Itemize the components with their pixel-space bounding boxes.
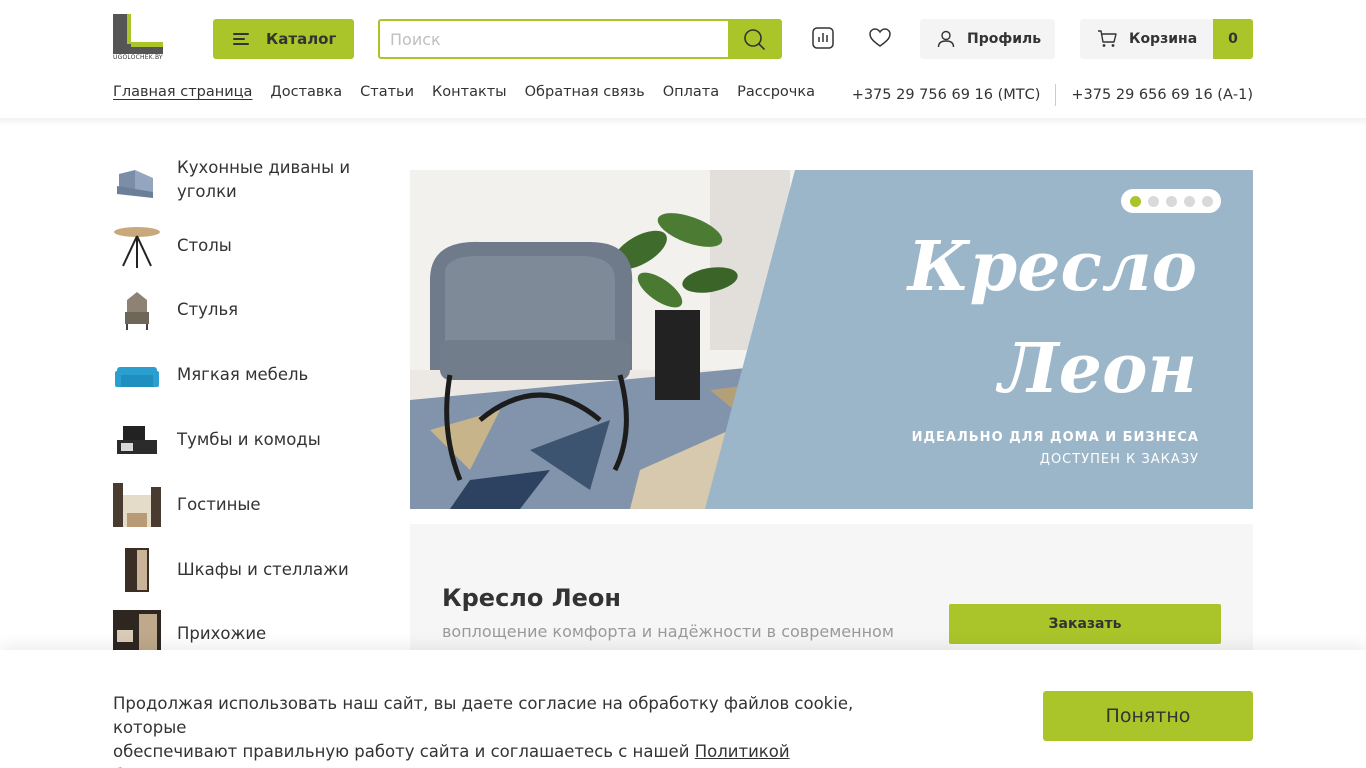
nav-item-articles[interactable]: Статьи	[360, 84, 414, 106]
main-nav: Главная страница Доставка Статьи Контакт…	[113, 84, 833, 106]
category-dressers[interactable]: Тумбы и комоды	[113, 416, 367, 464]
living-room-icon	[113, 481, 161, 529]
category-label: Шкафы и стеллажи	[177, 560, 349, 579]
cookie-banner: Продолжая использовать наш сайт, вы дает…	[0, 650, 1366, 768]
category-label: Прихожие	[177, 624, 267, 643]
logo-text: UGOLOCHEK.BY	[113, 54, 163, 61]
category-living-rooms[interactable]: Гостиные	[113, 481, 367, 529]
category-label: Тумбы и комоды	[177, 430, 321, 449]
phone-a1[interactable]: +375 29 656 69 16 (А-1)	[1071, 87, 1253, 103]
category-label: Гостиные	[177, 495, 261, 514]
category-tables[interactable]: Столы	[113, 222, 367, 270]
profile-label: Профиль	[967, 31, 1042, 47]
compare-icon	[812, 27, 834, 49]
kitchen-sofa-icon	[113, 156, 161, 204]
category-label: Стулья	[177, 300, 239, 319]
product-description: воплощение комфорта и надёжности в совре…	[442, 622, 894, 641]
search-bar	[378, 19, 782, 59]
phone-list: +375 29 756 69 16 (МТС) +375 29 656 69 1…	[852, 84, 1253, 106]
heart-icon	[869, 28, 891, 47]
category-label: Столы	[177, 236, 232, 255]
slider-dot-5[interactable]	[1201, 195, 1213, 207]
cookie-accept-button[interactable]: Понятно	[1043, 691, 1253, 741]
cookie-text: Продолжая использовать наш сайт, вы дает…	[113, 692, 913, 768]
search-button[interactable]	[728, 21, 780, 57]
banner-subtitle-line2: ДОСТУПЕН К ЗАКАЗУ	[1040, 452, 1199, 467]
slider-dot-4[interactable]	[1183, 195, 1195, 207]
user-icon	[937, 30, 955, 48]
nav-item-delivery[interactable]: Доставка	[270, 84, 342, 106]
banner-subtitle-line1: ИДЕАЛЬНО ДЛЯ ДОМА И БИЗНЕСА	[912, 430, 1199, 445]
banner-title-line1: Кресло	[906, 227, 1197, 307]
category-label: Мягкая мебель	[177, 365, 309, 384]
cart-label: Корзина	[1129, 31, 1198, 47]
cookie-text-line2: обеспечивают правильную работу сайта и с…	[113, 742, 695, 761]
product-title: Кресло Леон	[442, 584, 622, 612]
slider-dots	[1121, 189, 1221, 213]
cart-button[interactable]: Корзина 0	[1080, 19, 1253, 59]
search-icon	[744, 29, 765, 50]
cookie-text-line1: Продолжая использовать наш сайт, вы дает…	[113, 694, 854, 737]
table-icon	[113, 222, 161, 270]
nav-item-home[interactable]: Главная страница	[113, 84, 252, 106]
profile-button[interactable]: Профиль	[920, 19, 1055, 59]
slider-dot-1[interactable]	[1129, 195, 1141, 207]
sofa-icon	[113, 351, 161, 399]
category-label: Кухонные диваны и уголки	[177, 158, 351, 201]
favorites-button[interactable]	[868, 26, 892, 50]
chair-icon	[113, 286, 161, 334]
menu-icon	[233, 33, 249, 45]
page: UGOLOCHEK.BY Каталог Поиск Профиль Корзи…	[0, 0, 1366, 768]
search-input[interactable]	[380, 21, 728, 57]
tv-stand-icon	[113, 416, 161, 464]
header-shadow	[0, 118, 1366, 126]
slider-dot-2[interactable]	[1147, 195, 1159, 207]
slider-dot-3[interactable]	[1165, 195, 1177, 207]
banner-title-line2: Леон	[996, 329, 1197, 409]
header: UGOLOCHEK.BY Каталог Поиск Профиль Корзи…	[0, 0, 1366, 78]
compare-button[interactable]	[811, 26, 835, 50]
category-wardrobes[interactable]: Шкафы и стеллажи	[113, 546, 367, 594]
category-upholstered[interactable]: Мягкая мебель	[113, 351, 367, 399]
divider	[1055, 84, 1057, 106]
cart-icon	[1097, 30, 1117, 48]
nav-item-contacts[interactable]: Контакты	[432, 84, 507, 106]
promo-banner[interactable]: Кресло Леон ИДЕАЛЬНО ДЛЯ ДОМА И БИЗНЕСА …	[410, 170, 1253, 509]
nav-item-payment[interactable]: Оплата	[663, 84, 719, 106]
phone-mts[interactable]: +375 29 756 69 16 (МТС)	[852, 87, 1041, 103]
order-button[interactable]: Заказать	[949, 604, 1221, 644]
wardrobe-icon	[113, 546, 161, 594]
cart-count-badge: 0	[1213, 19, 1253, 59]
banner-image: Кресло Леон ИДЕАЛЬНО ДЛЯ ДОМА И БИЗНЕСА …	[410, 170, 1253, 509]
nav-item-feedback[interactable]: Обратная связь	[525, 84, 645, 106]
nav-item-installment[interactable]: Рассрочка	[737, 84, 815, 106]
category-chairs[interactable]: Стулья	[113, 286, 367, 334]
category-kitchen-sofas[interactable]: Кухонные диваны и уголки	[113, 156, 367, 204]
catalog-button[interactable]: Каталог	[213, 19, 354, 59]
catalog-label: Каталог	[266, 30, 337, 48]
